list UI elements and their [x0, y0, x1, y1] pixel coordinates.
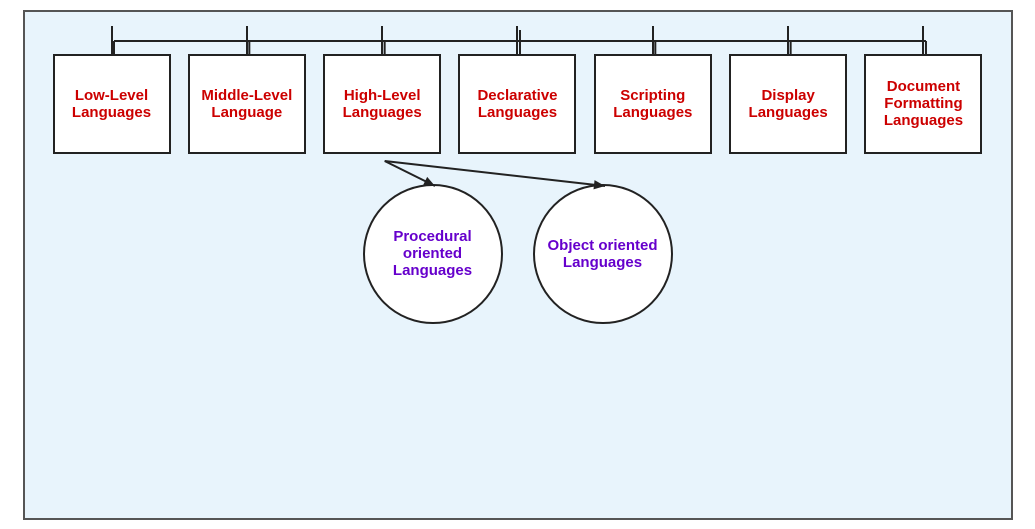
- box-label-1: Middle-Level Language: [196, 87, 298, 121]
- box-connector-5: [787, 26, 789, 56]
- box-label-0: Low-Level Languages: [61, 87, 163, 121]
- lang-box-1: Middle-Level Language: [188, 54, 306, 154]
- circles-row: Procedural oriented Languages Object orie…: [35, 184, 1001, 324]
- box-connector-0: [111, 26, 113, 56]
- lang-box-0: Low-Level Languages: [53, 54, 171, 154]
- box-label-4: Scripting Languages: [602, 87, 704, 121]
- lang-box-2: High-Level Languages: [323, 54, 441, 154]
- lang-box-4: Scripting Languages: [594, 54, 712, 154]
- lang-circle-0: Procedural oriented Languages: [363, 184, 503, 324]
- lang-box-3: Declarative Languages: [458, 54, 576, 154]
- lang-box-5: Display Languages: [729, 54, 847, 154]
- box-label-2: High-Level Languages: [331, 87, 433, 121]
- diagram-container: Low-Level Languages Middle-Level Language…: [23, 10, 1013, 520]
- circle-label-0: Procedural oriented Languages: [375, 228, 491, 279]
- lang-circle-1: Object oriented Languages: [533, 184, 673, 324]
- box-label-5: Display Languages: [737, 87, 839, 121]
- box-connector-3: [516, 26, 518, 56]
- box-label-3: Declarative Languages: [466, 87, 568, 121]
- lang-box-6: Document Formatting Languages: [864, 54, 982, 154]
- box-connector-6: [922, 26, 924, 56]
- box-label-6: Document Formatting Languages: [872, 78, 974, 129]
- boxes-row: Low-Level Languages Middle-Level Language…: [35, 54, 1001, 154]
- box-connector-2: [381, 26, 383, 56]
- circle-label-1: Object oriented Languages: [545, 237, 661, 271]
- box-connector-1: [246, 26, 248, 56]
- box-connector-4: [652, 26, 654, 56]
